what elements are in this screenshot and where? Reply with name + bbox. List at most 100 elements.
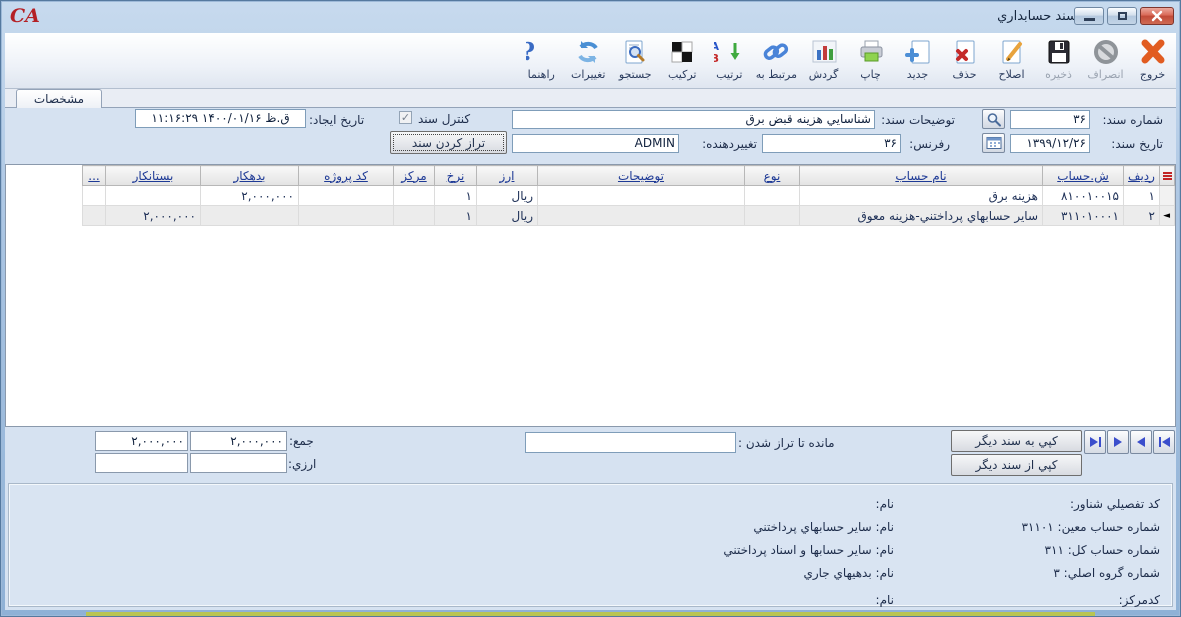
doc-number-lookup-button[interactable] (982, 109, 1005, 129)
tab-specifications[interactable]: مشخصات (16, 89, 102, 108)
link-icon (759, 36, 793, 68)
svg-text:?: ? (526, 38, 535, 66)
new-button[interactable]: جديد (895, 36, 940, 81)
doc-description-input[interactable]: شناسايي هزينه قبض برق (512, 110, 875, 129)
row-selector[interactable] (1160, 186, 1175, 206)
column-header-account-no[interactable]: ش.حساب (1043, 166, 1124, 186)
copy-to-document-button[interactable]: كپي به سند ديگر (951, 430, 1082, 452)
help-button[interactable]: ? راهنما (519, 36, 564, 81)
column-header-credit[interactable]: بستانكار (106, 166, 201, 186)
search-button[interactable]: جستجو (613, 36, 658, 81)
column-header-row[interactable]: رديف (1124, 166, 1160, 186)
calendar-button[interactable] (982, 133, 1005, 153)
cell-center[interactable] (394, 186, 435, 206)
grid-row-1[interactable]: ۱ ۸۱۰۰۱۰۰۱۵ هزينه برق ريال ۱ ۲,۰۰۰,۰۰۰ (83, 186, 1175, 206)
edit-button[interactable]: اصلاح (989, 36, 1034, 81)
doc-date-label: تاريخ سند: (1111, 137, 1163, 151)
turnover-button[interactable]: گردش (801, 36, 846, 81)
restore-button[interactable] (1107, 7, 1137, 25)
nav-first-button[interactable] (1153, 430, 1175, 454)
cell-currency[interactable]: ريال (477, 186, 538, 206)
balance-remaining-label: مانده تا تراز شدن : (738, 436, 835, 450)
cell-description[interactable] (538, 186, 745, 206)
column-header-rate[interactable]: نرخ (435, 166, 477, 186)
help-icon: ? (524, 36, 558, 68)
delete-button[interactable]: حذف (942, 36, 987, 81)
current-row-indicator[interactable]: ◄ (1160, 206, 1175, 226)
red-menu-icon (1163, 172, 1172, 174)
column-header-currency[interactable]: ارز (477, 166, 538, 186)
cell-debit[interactable]: ۲,۰۰۰,۰۰۰ (201, 186, 299, 206)
column-header-debit[interactable]: بدهكار (201, 166, 299, 186)
doc-date-input[interactable]: ۱۳۹۹/۱۲/۲۶ (1010, 134, 1090, 153)
cell-row[interactable]: ۱ (1124, 186, 1160, 206)
cell-center[interactable] (394, 206, 435, 226)
print-button[interactable]: چاپ (848, 36, 893, 81)
minimize-button[interactable] (1074, 7, 1104, 25)
cell-account-name[interactable]: ساير حسابهاي پرداختني-هزينه معوق (800, 206, 1043, 226)
cancel-icon (1089, 36, 1123, 68)
row-indicator-icon: ◄ (1163, 211, 1170, 221)
cell-type[interactable] (745, 186, 800, 206)
created-date-value: ۱۱:۱۶:۲۹ ۱۴۰۰/۰۱/۱۶ ق.ظ (135, 109, 306, 128)
exit-button[interactable]: خروج (1130, 36, 1175, 81)
cell-currency[interactable]: ريال (477, 206, 538, 226)
column-header-description[interactable]: توضيحات (538, 166, 745, 186)
reference-label: رفرنس: (909, 137, 950, 151)
balance-remaining-input[interactable] (525, 432, 736, 453)
cell-type[interactable] (745, 206, 800, 226)
close-button[interactable] (1140, 7, 1174, 25)
balance-document-button[interactable]: تراز كردن سند (390, 131, 507, 154)
control-document-checkbox[interactable]: ✓ (399, 111, 412, 124)
nav-prev-icon (1137, 437, 1145, 447)
cell-credit[interactable]: ۲,۰۰۰,۰۰۰ (106, 206, 201, 226)
doc-number-input[interactable]: ۳۶ (1010, 110, 1090, 129)
save-button[interactable]: ذخيره (1036, 36, 1081, 81)
cell-debit[interactable] (201, 206, 299, 226)
column-header-type[interactable]: نوع (745, 166, 800, 186)
cell-project-code[interactable] (299, 206, 394, 226)
doc-description-label: توضيحات سند: (881, 113, 955, 127)
sort-button[interactable]: AB ترتيب (707, 36, 752, 81)
cell-more[interactable] (83, 206, 106, 226)
grid-row-2-current[interactable]: ◄ ۲ ۳۱۱۰۱۰۰۰۱ ساير حسابهاي پرداختني-هزين… (83, 206, 1175, 226)
changes-button[interactable]: تغييرات (566, 36, 611, 81)
cancel-button[interactable]: انصراف (1083, 36, 1128, 81)
column-header-center[interactable]: مركز (394, 166, 435, 186)
created-date-label: تاريخ ايجاد: (309, 113, 364, 127)
refresh-icon (571, 36, 605, 68)
print-icon (854, 36, 888, 68)
cell-account-no[interactable]: ۳۱۱۰۱۰۰۰۱ (1043, 206, 1124, 226)
cell-rate[interactable]: ۱ (435, 186, 477, 206)
window-title: سند حسابداري (997, 9, 1077, 24)
cell-row[interactable]: ۲ (1124, 206, 1160, 226)
cell-rate[interactable]: ۱ (435, 206, 477, 226)
column-header-account-name[interactable]: نام حساب (800, 166, 1043, 186)
nav-last-button[interactable] (1084, 430, 1106, 454)
related-to-button[interactable]: مرتبط به (754, 36, 799, 81)
nav-next-button[interactable] (1107, 430, 1129, 454)
cell-account-name[interactable]: هزينه برق (800, 186, 1043, 206)
svg-text:B: B (714, 52, 719, 65)
minimize-icon (1084, 18, 1095, 21)
cell-credit[interactable] (106, 186, 201, 206)
reference-input[interactable]: ۳۶ (762, 134, 901, 153)
nav-next-icon (1114, 437, 1122, 447)
cell-description[interactable] (538, 206, 745, 226)
general-ledger-line: شماره حساب كل: ۳۱۱ (895, 539, 1160, 562)
floating-detail-code-line: كد تفصيلي شناور: (895, 493, 1160, 516)
composition-button[interactable]: تركيب (660, 36, 705, 81)
sort-icon: AB (712, 36, 746, 68)
cell-account-no[interactable]: ۸۱۰۰۱۰۰۱۵ (1043, 186, 1124, 206)
doc-number-label: شماره سند: (1102, 113, 1163, 127)
cell-project-code[interactable] (299, 186, 394, 206)
copy-from-document-button[interactable]: كپي از سند ديگر (951, 454, 1082, 476)
column-header-more[interactable]: ... (83, 166, 106, 186)
currency-sum-label: ارزي: (288, 457, 316, 471)
sum-debit-value: ۲,۰۰۰,۰۰۰ (190, 431, 287, 451)
modifier-input[interactable]: ADMIN (512, 134, 679, 153)
grid-menu-button[interactable] (1160, 166, 1175, 186)
nav-prev-button[interactable] (1130, 430, 1152, 454)
cell-more[interactable] (83, 186, 106, 206)
column-header-project-code[interactable]: كد پروژه (299, 166, 394, 186)
